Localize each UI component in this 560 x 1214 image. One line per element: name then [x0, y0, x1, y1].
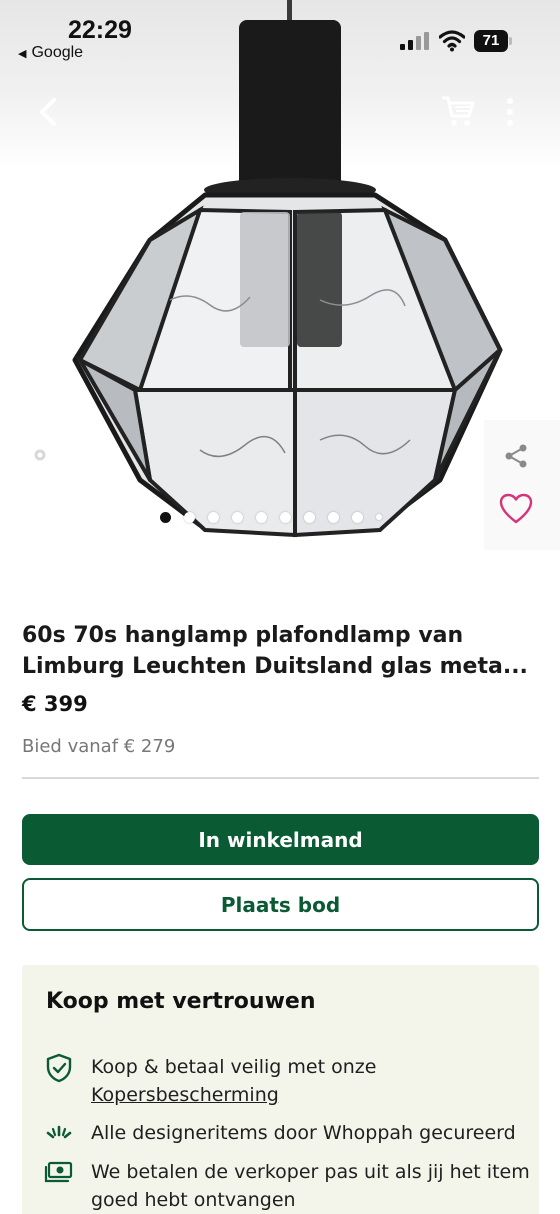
- back-app-name: Google: [31, 44, 84, 61]
- trust-item-curated: Alle designeritems door Whoppah gecureer…: [44, 1119, 524, 1149]
- pagination-dot[interactable]: [280, 511, 291, 523]
- chevron-left-icon[interactable]: [30, 92, 70, 132]
- trust-title: Koop met vertrouwen: [46, 989, 316, 1014]
- battery-tip: [509, 37, 512, 45]
- trust-item-payout: We betalen de verkoper pas uit als jij h…: [44, 1158, 530, 1214]
- eye-icon: [24, 447, 56, 463]
- cellular-signal-icon: [400, 32, 429, 50]
- money-icon: [44, 1161, 73, 1183]
- share-icon[interactable]: [502, 442, 530, 470]
- product-photo: [72, 0, 503, 538]
- trust-item-buyer-protection: Koop & betaal veilig met onze Kopersbesc…: [44, 1053, 524, 1113]
- likes-count: 3: [70, 493, 83, 515]
- battery-level: 71: [474, 30, 508, 52]
- pagination-dot[interactable]: [160, 511, 171, 523]
- product-title: 60s 70s hanglamp plafondlamp van Limburg…: [22, 620, 542, 682]
- battery-icon: 71: [474, 30, 514, 52]
- place-bid-button[interactable]: Plaats bod: [22, 878, 539, 931]
- status-time: 22:29: [68, 16, 132, 44]
- back-to-app-link[interactable]: ◀ Google: [18, 44, 83, 62]
- trust-item-label: Alle designeritems door Whoppah gecureer…: [91, 1122, 516, 1144]
- product-price: € 399: [22, 692, 88, 716]
- status-bar: 22:29 ◀ Google 71: [0, 0, 560, 70]
- more-vertical-icon[interactable]: [500, 96, 520, 128]
- pagination-dot[interactable]: [256, 511, 267, 523]
- product-title-line-1: 60s 70s hanglamp plafondlamp van: [22, 623, 464, 648]
- shield-check-icon: [46, 1053, 72, 1083]
- heart-outline-icon[interactable]: [498, 492, 534, 526]
- pagination-dot[interactable]: [328, 511, 339, 523]
- sparkle-icon: [46, 1125, 72, 1139]
- product-image-gallery[interactable]: 22:29 ◀ Google 71 50 3: [0, 0, 560, 560]
- pagination-dot[interactable]: [184, 511, 195, 523]
- minimum-bid: Bied vanaf € 279: [22, 736, 176, 757]
- trust-item-label: We betalen de verkoper pas uit als jij h…: [91, 1161, 530, 1211]
- pagination-dot[interactable]: [352, 511, 363, 523]
- image-pagination[interactable]: [160, 511, 382, 523]
- pagination-dot[interactable]: [304, 511, 315, 523]
- image-side-panel: [484, 420, 560, 550]
- pagination-dot[interactable]: [376, 514, 382, 520]
- trust-item-text: Koop & betaal veilig met onze Kopersbesc…: [91, 1053, 531, 1109]
- wifi-icon: [439, 30, 465, 52]
- back-triangle-icon: ◀: [18, 48, 27, 60]
- buy-with-confidence-box: Koop met vertrouwen Koop & betaal veilig…: [22, 965, 539, 1214]
- divider: [22, 777, 539, 779]
- pagination-dot[interactable]: [208, 511, 219, 523]
- product-title-line-2: Limburg Leuchten Duitsland glas meta...: [22, 654, 528, 679]
- heart-filled-icon: [25, 491, 55, 518]
- add-to-cart-button[interactable]: In winkelmand: [22, 814, 539, 865]
- trust-item-label: Koop & betaal veilig met onze: [91, 1056, 377, 1078]
- buyer-protection-link[interactable]: Kopersbescherming: [91, 1081, 531, 1109]
- cart-icon[interactable]: [440, 94, 476, 128]
- pagination-dot[interactable]: [232, 511, 243, 523]
- views-count: 50: [70, 444, 95, 466]
